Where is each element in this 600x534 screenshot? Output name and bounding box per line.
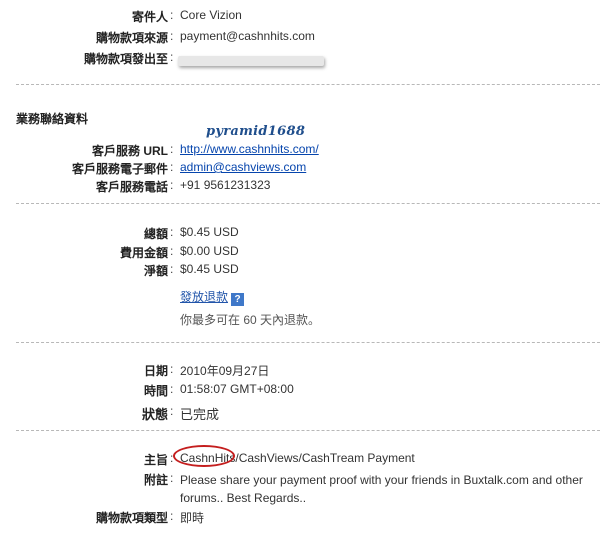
issue-refund-link[interactable]: 發放退款 [180, 290, 228, 304]
customer-service-email-link[interactable]: admin@cashviews.com [180, 160, 306, 174]
colon: : [170, 262, 174, 276]
colon: : [170, 509, 174, 523]
fee-label: 費用金額 [119, 246, 168, 260]
date-row: 日期 : 2010年09月27日 [0, 362, 600, 380]
net-value: $0.45 USD [180, 262, 239, 276]
colon: : [170, 471, 174, 485]
time-value: 01:58:07 GMT+08:00 [180, 382, 294, 396]
date-value: 2010年09月27日 [180, 364, 270, 378]
sender-value: Core Vizion [180, 8, 242, 22]
time-row: 時間 : 01:58:07 GMT+08:00 [0, 382, 600, 400]
colon: : [170, 244, 174, 258]
divider [16, 430, 600, 431]
status-label: 狀態 [141, 407, 168, 422]
type-value: 即時 [180, 511, 205, 525]
colon: : [170, 29, 174, 43]
sender-label: 寄件人 [131, 10, 168, 24]
fee-row: 費用金額 : $0.00 USD [0, 244, 600, 262]
redacted-email-bar [178, 56, 324, 66]
total-row: 總額 : $0.45 USD [0, 225, 600, 243]
subject-row: 主旨 : CashnHits/CashViews/CashTream Payme… [0, 451, 600, 469]
source-value: payment@cashnhits.com [180, 29, 315, 43]
colon: : [170, 8, 174, 22]
status-row: 狀態 : 已完成 [0, 404, 600, 422]
colon: : [170, 404, 174, 418]
date-label: 日期 [143, 364, 168, 378]
destination-label: 購物款項發出至 [83, 52, 168, 66]
source-label: 購物款項來源 [95, 31, 168, 45]
section-title-business-contact: 業務聯絡資料 [16, 112, 89, 126]
divider [16, 203, 600, 204]
total-value: $0.45 USD [180, 225, 239, 239]
refund-area: 發放退款? [180, 288, 245, 306]
divider [16, 84, 600, 85]
email-row: 客戶服務電子郵件 : admin@cashviews.com [0, 160, 600, 178]
colon: : [170, 382, 174, 396]
colon: : [170, 178, 174, 192]
customer-service-url-link[interactable]: http://www.cashnhits.com/ [180, 142, 319, 156]
help-icon[interactable]: ? [231, 293, 245, 306]
phone-value: +91 9561231323 [180, 178, 271, 192]
memo-label: 附註 [143, 473, 168, 487]
type-label: 購物款項類型 [95, 511, 168, 525]
type-row: 購物款項類型 : 即時 [0, 509, 600, 527]
sender-row: 寄件人 : Core Vizion [0, 8, 600, 26]
fee-value: $0.00 USD [180, 244, 239, 258]
net-label: 淨額 [143, 264, 168, 278]
source-row: 購物款項來源 : payment@cashnhits.com [0, 29, 600, 47]
total-label: 總額 [143, 227, 168, 241]
phone-row: 客戶服務電話 : +91 9561231323 [0, 178, 600, 196]
colon: : [170, 142, 174, 156]
watermark-signature: pyramid1688 [206, 124, 306, 139]
colon: : [170, 160, 174, 174]
colon: : [170, 225, 174, 239]
status-value: 已完成 [180, 407, 220, 422]
email-label: 客戶服務電子郵件 [71, 162, 168, 176]
net-row: 淨額 : $0.45 USD [0, 262, 600, 280]
phone-label: 客戶服務電話 [95, 180, 168, 194]
highlight-circle [173, 445, 235, 467]
refund-note: 你最多可在 60 天內退款。 [180, 313, 321, 327]
subject-label: 主旨 [143, 453, 168, 467]
url-row: 客戶服務 URL : http://www.cashnhits.com/ [0, 142, 600, 160]
memo-value: Please share your payment proof with you… [180, 473, 583, 505]
url-label: 客戶服務 URL [92, 144, 168, 158]
divider [16, 342, 600, 343]
time-label: 時間 [143, 384, 168, 398]
colon: : [170, 362, 174, 376]
memo-row: 附註 : Please share your payment proof wit… [0, 471, 600, 507]
colon: : [170, 50, 174, 64]
